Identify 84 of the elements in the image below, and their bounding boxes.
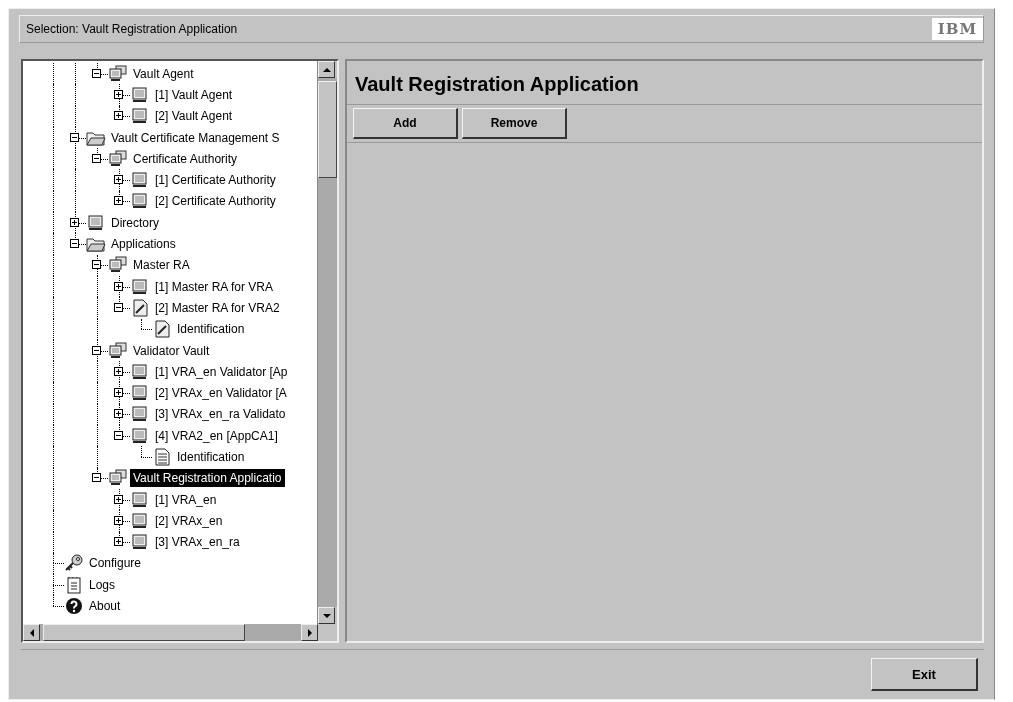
logo: IBM [931,18,983,40]
folder-icon [86,235,106,253]
tree-item[interactable]: [1] Certificate Authority [152,171,279,190]
tree-item[interactable]: About [86,597,124,616]
help-icon [64,597,84,616]
tree-item[interactable]: Identification [174,320,248,339]
expander-icon[interactable] [70,239,79,248]
tree-item[interactable]: [1] VRA_en Validator [Ap [152,362,291,381]
tree-item[interactable]: Master RA [130,256,193,275]
tree-item[interactable]: [2] Certificate Authority [152,192,279,211]
edit-document-icon [152,320,172,339]
expander-icon[interactable] [92,153,101,163]
expander-icon[interactable] [114,494,123,504]
tree-item[interactable]: Configure [86,554,145,573]
computer-icon [130,171,150,190]
expander-icon[interactable] [114,388,123,398]
tree-item[interactable]: Logs [86,575,119,594]
right-arrow-icon[interactable] [305,628,314,637]
computer-icon [130,277,150,296]
expander-icon[interactable] [114,366,123,376]
computer-icon [130,192,150,211]
expander-icon[interactable] [114,515,123,525]
tree-item[interactable]: [3] VRAx_en_ra [152,533,243,552]
expander-icon[interactable] [114,409,123,419]
tree-item[interactable]: [1] Vault Agent [152,85,236,104]
edit-document-icon [130,298,150,317]
toolbar-button[interactable]: Remove [462,108,567,139]
tree-item[interactable]: Certificate Authority [130,149,241,168]
tree-item[interactable]: [1] VRA_en [152,490,220,509]
computer-icon [86,213,106,232]
expander-icon[interactable] [114,302,123,312]
tree-item[interactable]: Identification [174,448,248,466]
vertical-scrollbar[interactable] [317,61,337,624]
tree-item[interactable]: [2] VRAx_en [152,511,226,530]
tree-item[interactable]: Vault Certificate Management S [108,128,283,147]
expander-icon[interactable] [114,175,123,185]
expander-icon[interactable] [70,217,79,227]
tree-item[interactable]: [2] Vault Agent [152,107,236,126]
expander-icon[interactable] [114,537,123,547]
scroll-thumb[interactable] [318,81,337,178]
tree-item[interactable]: Directory [108,213,162,232]
computers-icon [108,64,128,83]
tree-item[interactable]: [2] VRAx_en Validator [A [152,384,290,403]
document-icon [152,448,172,466]
selection-label: Selection: Vault Registration Application [25,22,238,36]
computer-icon [130,426,150,445]
panel-title: Vault Registration Application [347,61,982,105]
expander-icon[interactable] [92,68,101,78]
expander-icon[interactable] [114,111,123,121]
expander-icon[interactable] [92,345,101,355]
expander-icon[interactable] [114,89,123,99]
tree-item[interactable]: [3] VRAx_en_ra Validato [152,405,289,424]
computer-icon [130,384,150,403]
expander-icon[interactable] [114,430,123,440]
expander-icon[interactable] [114,196,123,206]
tree-item[interactable]: [4] VRA2_en [AppCA1] [152,426,281,445]
computers-icon [108,341,128,360]
computer-icon [130,511,150,530]
tree-item[interactable]: Vault Agent [130,64,197,83]
computer-icon [130,107,150,126]
key-icon [64,554,84,573]
down-arrow-icon[interactable] [322,611,331,620]
expander-icon[interactable] [114,281,123,291]
tree-item[interactable]: [2] Master RA for VRA2 [152,298,283,317]
computers-icon [108,256,128,275]
tree-item[interactable]: [1] Master RA for VRA [152,277,277,296]
computer-icon [130,405,150,424]
expander-icon[interactable] [70,132,79,142]
expander-icon[interactable] [92,260,101,270]
exit-button[interactable]: Exit [871,658,978,691]
computers-icon [108,149,128,168]
up-arrow-icon[interactable] [322,65,331,74]
scroll-thumb[interactable] [43,624,245,641]
computer-icon [130,533,150,552]
computer-icon [130,85,150,104]
notepad-icon [64,575,84,594]
computer-icon [130,490,150,509]
tree-item[interactable]: Validator Vault [130,341,213,360]
tree-item[interactable]: Applications [108,235,179,253]
tree-item[interactable]: Vault Registration Applicatio [130,469,285,488]
expander-icon[interactable] [92,473,101,483]
computers-icon [108,469,128,488]
toolbar-button[interactable]: Add [353,108,458,139]
computer-icon [130,362,150,381]
